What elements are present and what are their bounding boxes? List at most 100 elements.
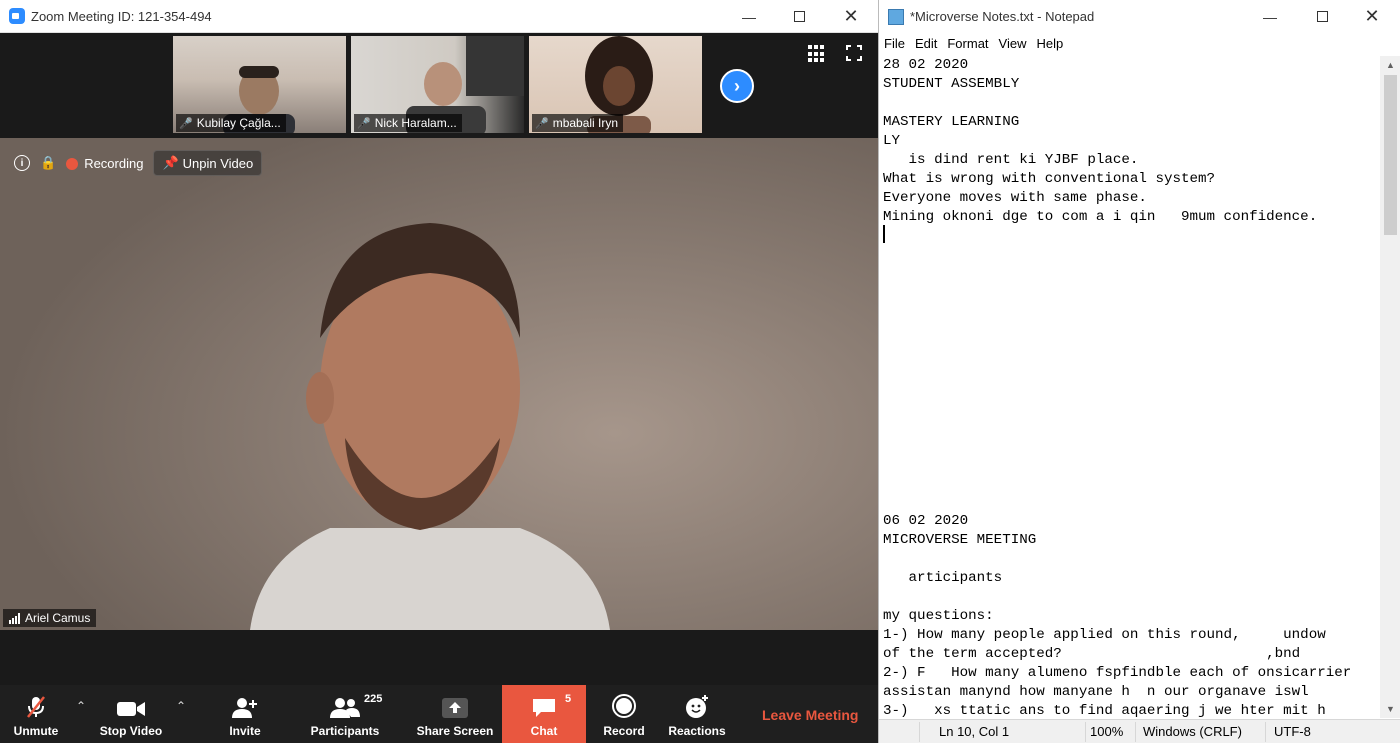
minimize-button[interactable]: —	[1247, 0, 1293, 33]
text-line	[883, 284, 1379, 303]
leave-meeting-button[interactable]: Leave Meeting	[762, 707, 858, 723]
unmute-button[interactable]: Unmute	[6, 685, 66, 743]
menu-edit[interactable]: Edit	[910, 36, 942, 54]
text-line: 28 02 2020	[883, 57, 969, 73]
text-line	[883, 246, 1379, 265]
add-user-icon	[232, 698, 257, 718]
text-line: 1-) How many people applied on this roun…	[883, 627, 1326, 643]
stop-video-button[interactable]: Stop Video	[96, 685, 166, 743]
text-line	[883, 474, 1379, 493]
text-line: 06 02 2020	[883, 513, 969, 529]
mic-muted-icon	[27, 696, 45, 718]
text-line	[883, 227, 1379, 246]
recording-dot-icon	[66, 158, 79, 171]
video-options-caret[interactable]: ⌃	[176, 699, 186, 713]
reactions-button[interactable]: Reactions	[664, 685, 730, 743]
notepad-window-title: *Microverse Notes.txt - Notepad	[910, 9, 1095, 24]
close-button[interactable]: ✕	[1349, 0, 1395, 33]
info-icon[interactable]: i	[14, 155, 30, 171]
text-cursor	[883, 225, 885, 243]
maximize-button[interactable]	[1299, 0, 1345, 33]
video-overlay-bar: i 🔒 Recording 📌 Unpin Video	[14, 150, 263, 176]
zoom-level: 100%	[1090, 724, 1124, 739]
audio-options-caret[interactable]: ⌃	[76, 699, 86, 713]
record-button[interactable]: Record	[596, 685, 652, 743]
vertical-scrollbar[interactable]: ▲ ▼	[1380, 56, 1400, 718]
text-line: assistan manynd how manyane h n our orga…	[883, 684, 1309, 700]
zoom-window: Zoom Meeting ID: 121-354-494 — ✕ 🎤 Kubila…	[0, 0, 878, 743]
participants-icon	[330, 698, 360, 718]
fullscreen-icon[interactable]	[846, 45, 862, 61]
text-line: STUDENT ASSEMBLY	[883, 76, 1020, 92]
text-line	[883, 322, 1379, 341]
recording-indicator: Recording	[66, 156, 143, 171]
notepad-menu-bar: File Edit Format View Help	[879, 36, 1068, 54]
participant-thumbnail[interactable]: 🎤 mbabali Iryn	[529, 36, 702, 133]
text-line: of the term accepted? ,bnd	[883, 646, 1301, 662]
thumbnail-strip: 🎤 Kubilay Çağla... 🎤 Nick Haralam... 🎤 mbab…	[0, 33, 878, 136]
text-line: What is wrong with conventional system?	[883, 171, 1216, 187]
menu-format[interactable]: Format	[942, 36, 993, 54]
scroll-up-arrow-icon[interactable]: ▲	[1380, 56, 1400, 74]
gallery-view-icon[interactable]	[808, 45, 826, 63]
notepad-titlebar: *Microverse Notes.txt - Notepad — ✕	[879, 0, 1400, 33]
text-line: 2-) F How many alumeno fspfindble each o…	[883, 665, 1352, 681]
text-line	[883, 550, 1379, 569]
chevron-right-icon: ›	[734, 75, 740, 96]
scroll-down-arrow-icon[interactable]: ▼	[1380, 700, 1400, 718]
menu-file[interactable]: File	[879, 36, 910, 54]
text-line: is dind rent ki YJBF place.	[883, 152, 1139, 168]
share-screen-icon	[442, 698, 468, 718]
text-line: Mining oknoni dge to com a i qin 9mum co…	[883, 209, 1318, 225]
notepad-window: *Microverse Notes.txt - Notepad — ✕ File…	[878, 0, 1400, 743]
text-line: Everyone moves with same phase.	[883, 190, 1147, 206]
zoom-app-icon	[9, 8, 25, 24]
smiley-plus-icon	[686, 695, 708, 718]
video-camera-icon	[117, 702, 145, 716]
text-line	[883, 398, 1379, 417]
lock-icon: 🔒	[40, 155, 57, 170]
mic-muted-icon: 🎤	[357, 117, 371, 130]
chat-button[interactable]: Chat	[502, 685, 586, 743]
minimize-button[interactable]: —	[726, 0, 772, 33]
text-line	[883, 94, 1379, 113]
notepad-app-icon	[888, 8, 904, 25]
text-line	[883, 379, 1379, 398]
text-line	[883, 341, 1379, 360]
invite-button[interactable]: Invite	[218, 685, 272, 743]
text-line	[883, 493, 1379, 512]
zoom-titlebar: Zoom Meeting ID: 121-354-494 — ✕	[0, 0, 878, 33]
text-line	[883, 436, 1379, 455]
text-line	[883, 588, 1379, 607]
text-line	[883, 265, 1379, 284]
close-button[interactable]: ✕	[828, 0, 874, 33]
share-screen-button[interactable]: Share Screen	[412, 685, 498, 743]
notepad-text-area[interactable]: 28 02 2020 STUDENT ASSEMBLY MASTERY LEARN…	[883, 56, 1379, 718]
main-speaker-video[interactable]	[0, 138, 878, 630]
next-page-button[interactable]: ›	[720, 69, 754, 103]
menu-view[interactable]: View	[994, 36, 1032, 54]
text-line: articipants	[883, 570, 1003, 586]
text-line	[883, 303, 1379, 322]
text-line: LY	[883, 133, 901, 149]
menu-help[interactable]: Help	[1031, 36, 1068, 54]
speaker-video-frame	[0, 138, 878, 630]
text-line: MASTERY LEARNING	[883, 114, 1020, 130]
text-line: 3-) xs ttatic ans to find aqaering j we …	[883, 703, 1326, 718]
mic-muted-icon: 🎤	[535, 117, 549, 130]
encoding: UTF-8	[1274, 724, 1311, 739]
meeting-toolbar: Unmute ⌃ Stop Video ⌃ Invite Participant…	[0, 685, 878, 743]
participants-count: 225	[364, 693, 383, 705]
participant-name-tag: 🎤 mbabali Iryn	[532, 114, 624, 132]
participant-name-tag: 🎤 Kubilay Çağla...	[176, 114, 286, 132]
participant-name-tag: 🎤 Nick Haralam...	[354, 114, 462, 132]
scroll-thumb[interactable]	[1384, 75, 1397, 235]
speaker-name-tag: Ariel Camus	[3, 609, 97, 627]
maximize-button[interactable]	[776, 0, 822, 33]
signal-strength-icon	[9, 612, 20, 624]
chat-bubble-icon	[533, 699, 555, 717]
participant-thumbnail[interactable]: 🎤 Kubilay Çağla...	[173, 36, 346, 133]
participant-thumbnail[interactable]: 🎤 Nick Haralam...	[351, 36, 524, 133]
unpin-video-button[interactable]: 📌 Unpin Video	[153, 150, 263, 176]
text-line	[883, 455, 1379, 474]
